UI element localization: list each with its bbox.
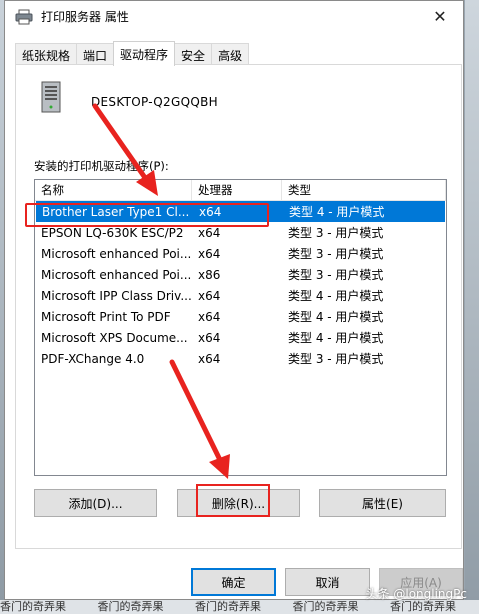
cancel-button[interactable]: 取消 <box>285 568 370 596</box>
driver-processor: x64 <box>198 288 221 303</box>
background-desktop-right <box>465 0 479 614</box>
driver-processor: x64 <box>198 351 221 366</box>
driver-name: Microsoft enhanced Poi... <box>41 267 192 282</box>
driver-processor: x86 <box>198 267 221 282</box>
driver-type: 类型 4 - 用户模式 <box>288 331 384 345</box>
annotation-box-selected-driver <box>25 203 269 227</box>
driver-processor: x64 <box>198 246 221 261</box>
background-text: 香门的奇弄果 <box>292 600 359 613</box>
background-text: 香门的奇弄果 <box>390 600 456 613</box>
window-title: 打印服务器 属性 <box>41 10 129 24</box>
driver-name: Microsoft enhanced Poi... <box>41 246 192 261</box>
background-text: 香门的奇弄果 <box>97 600 164 613</box>
driver-row[interactable]: PDF-XChange 4.0 x64 类型 3 - 用户模式 <box>35 348 446 369</box>
driver-row[interactable]: Microsoft enhanced Poi... x64 类型 3 - 用户模… <box>35 243 446 264</box>
tab-security[interactable]: 安全 <box>174 43 213 66</box>
driver-name: Microsoft IPP Class Driv... <box>41 288 192 303</box>
tab-advanced[interactable]: 高级 <box>211 43 250 66</box>
driver-row[interactable]: Microsoft enhanced Poi... x86 类型 3 - 用户模… <box>35 264 446 285</box>
printer-icon <box>15 9 33 24</box>
driver-type: 类型 4 - 用户模式 <box>288 310 384 324</box>
driver-processor: x64 <box>198 225 221 240</box>
list-header: 名称 处理器 类型 <box>35 180 446 201</box>
driver-type: 类型 3 - 用户模式 <box>288 226 384 240</box>
driver-type: 类型 4 - 用户模式 <box>289 205 385 219</box>
title-bar[interactable]: 打印服务器 属性 ✕ <box>5 1 463 32</box>
column-header-processor[interactable]: 处理器 <box>192 180 282 200</box>
drivers-panel: DESKTOP-Q2GQQBH 安装的打印机驱动程序(P): 名称 处理器 类型… <box>15 64 462 549</box>
drivers-list-label: 安装的打印机驱动程序(P): <box>34 159 169 173</box>
column-header-type[interactable]: 类型 <box>282 180 446 200</box>
driver-type: 类型 3 - 用户模式 <box>288 268 384 282</box>
driver-type: 类型 3 - 用户模式 <box>288 247 384 261</box>
watermark: 头条 @longlingPc <box>365 587 467 601</box>
driver-name: PDF-XChange 4.0 <box>41 351 145 366</box>
driver-name: Microsoft Print To PDF <box>41 309 171 324</box>
driver-name: EPSON LQ-630K ESC/P2 <box>41 225 184 240</box>
background-text-strip: 香门的奇弄果 香门的奇弄果 香门的奇弄果 香门的奇弄果 香门的奇弄果 <box>0 600 479 614</box>
tab-paper-sizes[interactable]: 纸张规格 <box>15 43 78 66</box>
driver-properties-button[interactable]: 属性(E) <box>319 489 446 517</box>
driver-processor: x64 <box>198 309 221 324</box>
ok-button[interactable]: 确定 <box>191 568 276 596</box>
server-icon <box>41 81 61 113</box>
add-driver-button[interactable]: 添加(D)... <box>34 489 157 517</box>
close-button[interactable]: ✕ <box>417 1 463 32</box>
tab-drivers[interactable]: 驱动程序 <box>113 41 176 66</box>
server-name: DESKTOP-Q2GQQBH <box>91 95 218 109</box>
driver-processor: x64 <box>198 330 221 345</box>
driver-type: 类型 3 - 用户模式 <box>288 352 384 366</box>
close-icon: ✕ <box>433 7 447 26</box>
column-header-name[interactable]: 名称 <box>35 180 192 200</box>
tab-ports[interactable]: 端口 <box>76 43 115 66</box>
tab-strip: 纸张规格 端口 驱动程序 安全 高级 <box>15 41 250 66</box>
driver-type: 类型 4 - 用户模式 <box>288 289 384 303</box>
annotation-box-remove-button <box>196 484 270 517</box>
driver-name: Microsoft XPS Docume... <box>41 330 188 345</box>
driver-row[interactable]: Microsoft IPP Class Driv... x64 类型 4 - 用… <box>35 285 446 306</box>
driver-row[interactable]: Microsoft Print To PDF x64 类型 4 - 用户模式 <box>35 306 446 327</box>
background-text: 香门的奇弄果 <box>0 600 66 613</box>
background-text: 香门的奇弄果 <box>195 600 261 613</box>
driver-row[interactable]: Microsoft XPS Docume... x64 类型 4 - 用户模式 <box>35 327 446 348</box>
